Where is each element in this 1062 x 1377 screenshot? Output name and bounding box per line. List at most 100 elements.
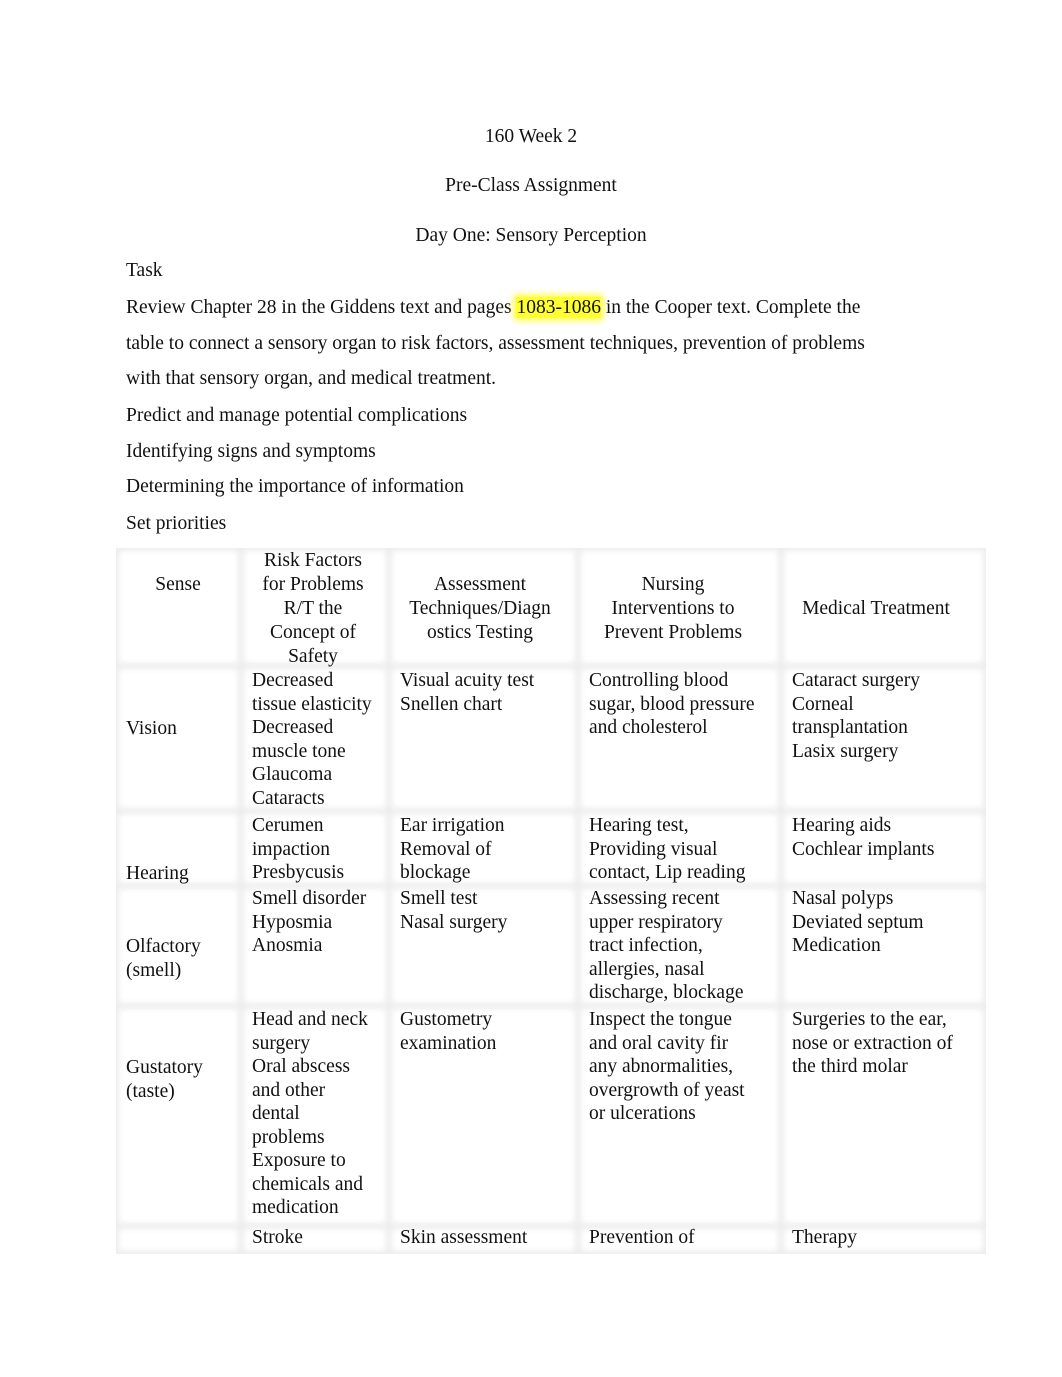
cell-line: Presbycusis: [252, 862, 345, 883]
header-line: Techniques/Diagn: [409, 598, 551, 619]
cell-line: impaction: [252, 838, 330, 860]
cell-line: Cochlear implants: [792, 838, 935, 860]
cell-line: dental: [252, 1103, 300, 1124]
cell-line: and other: [252, 1079, 326, 1101]
cell-line: Head and neck: [252, 1009, 368, 1030]
table-cell-sense: Hearing: [126, 862, 189, 886]
table-cell-assessment: Gustometry examination: [400, 1008, 496, 1055]
cell-line: Glaucoma: [252, 764, 333, 785]
cell-line: overgrowth of yeast: [589, 1079, 745, 1101]
table-cell-risk-factors: Smell disorder Hyposmia Anosmia: [252, 887, 366, 958]
cell-line: discharge, blockage: [589, 982, 744, 1003]
header-line: Medical Treatment: [802, 598, 950, 619]
cell-line: Deviated septum: [792, 911, 924, 933]
instructions-line-1: Review Chapter 28 in the Giddens text an…: [126, 296, 860, 320]
cell-line: Removal of: [400, 838, 492, 860]
table-cell-nursing: Prevention of: [589, 1226, 695, 1250]
objective-item: Set priorities: [126, 513, 227, 534]
objective-item: Predict and manage potential complicatio…: [126, 405, 468, 426]
cell-line: problems: [252, 1126, 325, 1148]
table-cell-nursing: Hearing test, Providing visual contact, Li…: [589, 814, 745, 885]
assignment-title: Pre-Class Assignment: [445, 175, 617, 196]
cell-line: chemicals and: [252, 1173, 363, 1195]
header-line: Risk Factors: [263, 550, 363, 571]
cell-line: Cataracts: [252, 787, 325, 809]
cell-line: Hearing: [126, 863, 189, 884]
cell-line: transplantation: [792, 717, 908, 738]
cell-line: (smell): [126, 959, 182, 981]
day-title: Day One: Sensory Perception: [415, 225, 647, 246]
cell-line: examination: [400, 1032, 497, 1054]
cell-line: Nasal polyps: [792, 888, 894, 909]
table-cell-nursing: Assessing recent upper respiratory tract i…: [589, 887, 744, 1005]
table-cell-assessment: Skin assessment: [400, 1226, 527, 1250]
table-cell-medical: Hearing aids Cochlear implants: [792, 814, 934, 861]
cell-line: Medication: [792, 935, 881, 956]
cell-line: Smell disorder: [252, 888, 367, 909]
cell-line: Stroke: [252, 1227, 303, 1248]
cell-line: Assessing recent: [589, 888, 720, 909]
cell-line: Lasix surgery: [792, 740, 899, 762]
cell-line: (taste): [126, 1080, 175, 1102]
cell-line: muscle tone: [252, 740, 346, 762]
cell-line: and oral cavity fir: [589, 1032, 729, 1054]
cell-line: Anosmia: [252, 935, 323, 956]
cell-line: Providing visual: [589, 838, 718, 860]
cell-line: Surgeries to the ear,: [792, 1009, 947, 1030]
cell-line: Therapy: [792, 1227, 857, 1248]
cell-line: Exposure to: [252, 1150, 346, 1171]
table-cell-sense: Vision: [126, 717, 177, 741]
table-cell-medical: Surgeries to the ear, nose or extraction …: [792, 1008, 953, 1079]
table-cell-sense: Olfactory (smell): [126, 935, 201, 982]
cell-line: Vision: [126, 718, 177, 739]
table-cell-medical: Therapy: [792, 1226, 857, 1250]
table-cell-assessment: Smell test Nasal surgery: [400, 887, 507, 934]
cell-line: Decreased: [252, 717, 334, 738]
table-cell: [123, 1233, 234, 1247]
cell-line: contact, Lip reading: [589, 862, 746, 883]
cell-line: Cerumen: [252, 815, 324, 836]
cell-line: the third molar: [792, 1056, 908, 1077]
table-cell-nursing: Controlling blood sugar, blood pressure an…: [589, 669, 754, 740]
cell-line: and cholesterol: [589, 717, 708, 738]
table-cell-nursing: Inspect the tongue and oral cavity fir any…: [589, 1008, 745, 1126]
cell-line: nose or extraction of: [792, 1032, 953, 1054]
header-line: Prevent Problems: [603, 622, 743, 643]
task-label: Task: [126, 260, 163, 281]
objective-item: Determining the importance of informatio…: [126, 476, 464, 497]
instructions-line-3: with that sensory organ, and medical tre…: [126, 368, 497, 389]
table-cell-risk-factors: Stroke: [252, 1226, 303, 1250]
table-cell-risk-factors: Head and neck surgery Oral abscess and othe…: [252, 1008, 368, 1220]
cell-line: Gustometry: [400, 1009, 493, 1030]
cell-line: Hearing test,: [589, 815, 689, 836]
cell-line: Olfactory: [126, 936, 201, 957]
table-cell-medical: Cataract surgery Corneal transplantation La…: [792, 669, 920, 763]
header-line: Nursing: [641, 574, 705, 595]
cell-line: upper respiratory: [589, 911, 723, 933]
header-line: Interventions to: [611, 598, 735, 619]
cell-line: allergies, nasal: [589, 958, 705, 980]
cell-line: Inspect the tongue: [589, 1009, 732, 1030]
cell-line: Gustatory: [126, 1057, 203, 1078]
instructions-line-2: table to connect a sensory organ to risk…: [126, 333, 865, 354]
cell-line: Corneal: [792, 693, 854, 715]
table-cell-risk-factors: Decreased tissue elasticity Decreased muscl…: [252, 669, 372, 810]
objective-item: Identifying signs and symptoms: [126, 441, 376, 462]
cell-line: blockage: [400, 862, 471, 883]
course-title: 160 Week 2: [484, 126, 578, 147]
cell-line: medication: [252, 1197, 339, 1218]
cell-line: Hearing aids: [792, 815, 892, 836]
table-cell-assessment: Ear irrigation Removal of blockage: [400, 814, 505, 885]
cell-line: Visual acuity test: [400, 670, 535, 691]
cell-line: Cataract surgery: [792, 670, 920, 691]
column-header-nursing: Nursing Interventions to Prevent Problems: [563, 573, 783, 645]
header-line: Assessment: [433, 574, 527, 595]
header-line: Safety: [288, 646, 338, 667]
cell-line: Controlling blood: [589, 670, 729, 691]
table-cell-risk-factors: Cerumen impaction Presbycusis: [252, 814, 344, 885]
cell-line: Smell test: [400, 888, 478, 909]
cell-line: tract infection,: [589, 935, 703, 956]
page-range-highlight: 1083-1086: [516, 297, 601, 318]
cell-line: surgery: [252, 1032, 311, 1054]
table-cell-sense: Gustatory (taste): [126, 1056, 203, 1103]
